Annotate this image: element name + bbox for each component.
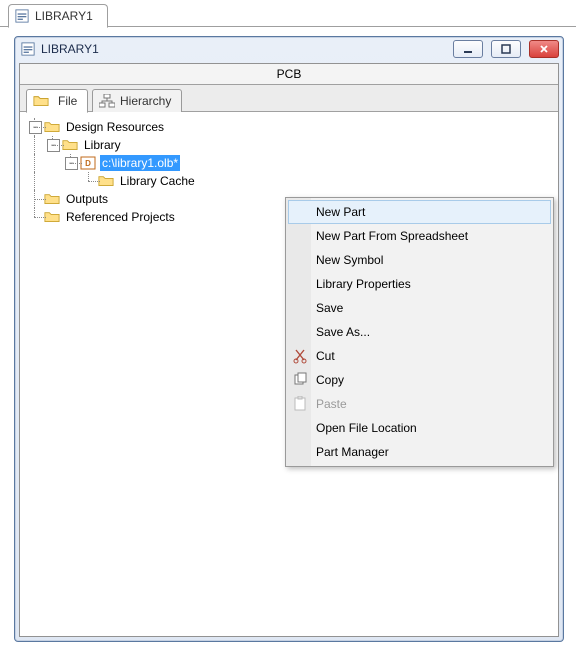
folder-icon <box>62 138 78 152</box>
menu-item-library-properties[interactable]: Library Properties <box>288 272 551 296</box>
paste-icon <box>292 396 308 412</box>
menu-item-label: Save <box>316 301 343 315</box>
menu-item-save-as[interactable]: Save As... <box>288 320 551 344</box>
folder-icon <box>44 120 60 134</box>
menu-item-open-file-location[interactable]: Open File Location <box>288 416 551 440</box>
menu-item-label: Paste <box>316 397 347 411</box>
tree-label: Outputs <box>64 191 110 207</box>
expander-icon[interactable]: − <box>47 139 60 152</box>
menu-item-label: Library Properties <box>316 277 411 291</box>
window-titlebar[interactable]: LIBRARY1 <box>15 37 563 61</box>
tree-node-library[interactable]: − Library <box>26 136 558 154</box>
pcb-header: PCB <box>20 64 558 85</box>
menu-item-new-part-from-spreadsheet[interactable]: New Part From Spreadsheet <box>288 224 551 248</box>
context-menu: New Part New Part From Spreadsheet New S… <box>285 197 554 467</box>
window-title: LIBRARY1 <box>41 42 99 56</box>
pcb-label: PCB <box>277 67 302 81</box>
project-tabbar: File Hierarchy <box>20 85 558 112</box>
tab-file[interactable]: File <box>26 89 88 113</box>
document-icon <box>15 9 29 23</box>
document-tab-library1[interactable]: LIBRARY1 <box>8 4 108 28</box>
folder-icon <box>44 210 60 224</box>
tree-node-design-resources[interactable]: − Design Resources <box>26 118 558 136</box>
tree-node-olb-file[interactable]: − D c:\library1.olb* <box>26 154 558 172</box>
menu-item-label: Copy <box>316 373 344 387</box>
hierarchy-icon <box>99 94 115 108</box>
menu-item-label: Open File Location <box>316 421 417 435</box>
menu-item-part-manager[interactable]: Part Manager <box>288 440 551 464</box>
svg-text:D: D <box>85 159 91 168</box>
menu-item-label: Cut <box>316 349 335 363</box>
menu-item-label: New Part <box>316 205 365 219</box>
folder-icon <box>98 174 114 188</box>
folder-icon <box>33 94 49 108</box>
tree-node-library-cache[interactable]: Library Cache <box>26 172 558 190</box>
copy-icon <box>292 372 308 388</box>
menu-item-save[interactable]: Save <box>288 296 551 320</box>
menu-item-label: Part Manager <box>316 445 389 459</box>
maximize-button[interactable] <box>491 40 521 58</box>
menu-item-new-symbol[interactable]: New Symbol <box>288 248 551 272</box>
menu-item-cut[interactable]: Cut <box>288 344 551 368</box>
close-button[interactable] <box>529 40 559 58</box>
tree-label: Library <box>82 137 123 153</box>
window-icon <box>21 42 35 56</box>
document-tabbar: LIBRARY1 <box>0 0 576 27</box>
tree-label-selected: c:\library1.olb* <box>100 155 180 171</box>
menu-item-new-part[interactable]: New Part <box>288 200 551 224</box>
tab-hierarchy-label: Hierarchy <box>120 94 171 108</box>
minimize-button[interactable] <box>453 40 483 58</box>
tree-label: Library Cache <box>118 173 197 189</box>
tab-hierarchy[interactable]: Hierarchy <box>92 89 182 113</box>
tab-file-label: File <box>58 94 77 108</box>
tree-label: Design Resources <box>64 119 166 135</box>
expander-icon[interactable]: − <box>29 121 42 134</box>
tree-label: Referenced Projects <box>64 209 177 225</box>
menu-item-label: New Symbol <box>316 253 383 267</box>
folder-icon <box>44 192 60 206</box>
expander-icon[interactable]: − <box>65 157 78 170</box>
library-file-icon: D <box>80 156 96 170</box>
menu-item-copy[interactable]: Copy <box>288 368 551 392</box>
menu-item-label: New Part From Spreadsheet <box>316 229 468 243</box>
menu-item-label: Save As... <box>316 325 370 339</box>
document-tab-label: LIBRARY1 <box>35 9 93 23</box>
menu-item-paste: Paste <box>288 392 551 416</box>
cut-icon <box>292 348 308 364</box>
